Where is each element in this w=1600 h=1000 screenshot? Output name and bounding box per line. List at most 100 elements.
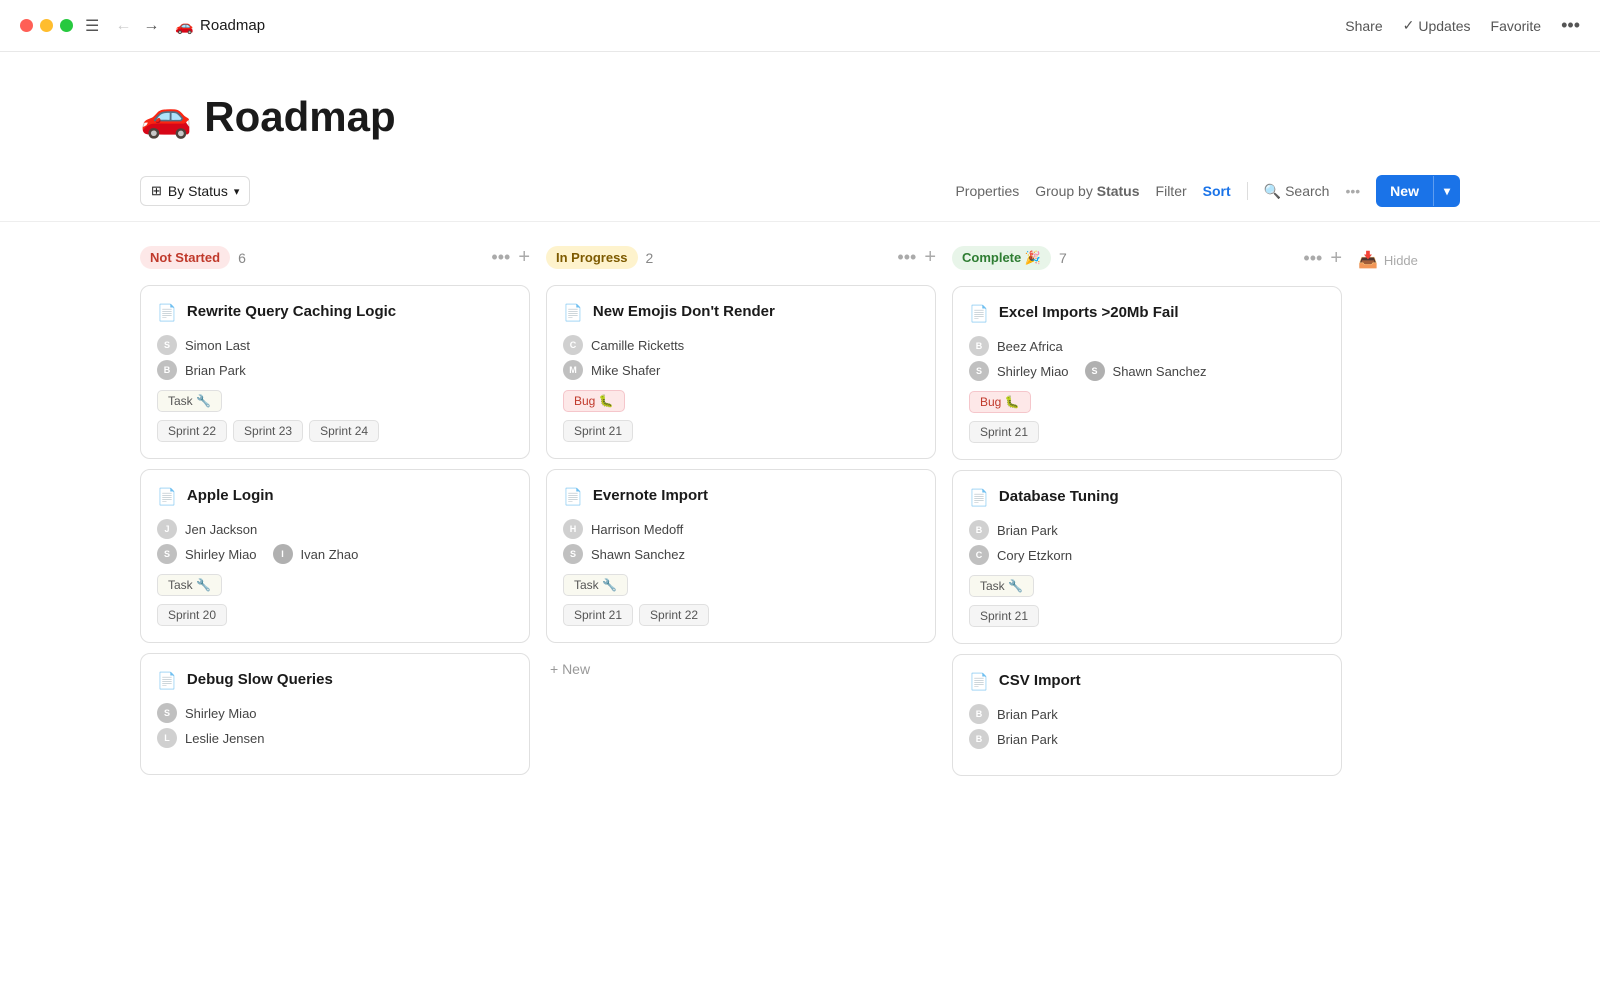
page-header-emoji: 🚗 — [140, 92, 192, 141]
card-tags: Task 🔧 — [563, 574, 919, 596]
card-doc-icon: 📄 — [157, 671, 177, 691]
assignee-row: CCory Etzkorn — [969, 545, 1325, 565]
card[interactable]: 📄 Excel Imports >20Mb Fail BBeez AfricaS… — [952, 286, 1342, 460]
toolbar-divider — [1247, 182, 1248, 200]
share-button[interactable]: Share — [1345, 18, 1382, 34]
fullscreen-traffic-light[interactable] — [60, 19, 73, 32]
hamburger-menu-icon[interactable]: ☰ — [85, 16, 99, 36]
properties-button[interactable]: Properties — [955, 183, 1019, 199]
col-actions-not-started[interactable]: ••• + — [491, 246, 530, 269]
col-more-icon[interactable]: ••• — [897, 247, 916, 268]
favorite-button[interactable]: Favorite — [1491, 18, 1542, 34]
more-toolbar-icon[interactable]: ••• — [1345, 183, 1360, 199]
card[interactable]: 📄 Rewrite Query Caching Logic SSimon Las… — [140, 285, 530, 459]
card-title: CSV Import — [999, 671, 1081, 691]
card-title-row: 📄 Excel Imports >20Mb Fail — [969, 303, 1325, 324]
card-doc-icon: 📄 — [563, 487, 583, 507]
board: Not Started 6 ••• + 📄 Rewrite Query Cach… — [0, 222, 1600, 806]
assignee-row: BBrian Park — [969, 704, 1325, 724]
assignee-row: BBrian Park — [157, 360, 513, 380]
card-doc-icon: 📄 — [969, 488, 989, 508]
sort-button[interactable]: Sort — [1203, 183, 1231, 199]
assignee-row: SShirley Miao — [157, 703, 513, 723]
assignee-name: Shirley Miao — [185, 547, 257, 562]
col-more-icon[interactable]: ••• — [491, 247, 510, 268]
card[interactable]: 📄 Apple Login JJen JacksonSShirley MiaoI… — [140, 469, 530, 643]
toolbar-right: Properties Group by Status Filter Sort 🔍… — [955, 175, 1460, 207]
col-more-icon[interactable]: ••• — [1303, 248, 1322, 269]
card-sprint-tags: Sprint 21 — [969, 605, 1325, 627]
card-assignees: BBrian ParkCCory Etzkorn — [969, 520, 1325, 565]
col-count-complete: 7 — [1059, 250, 1067, 266]
search-label: Search — [1285, 183, 1329, 199]
new-button-arrow-icon[interactable]: ▾ — [1433, 176, 1460, 206]
column-in-progress: In Progress 2 ••• + 📄 New Emojis Don't R… — [546, 242, 936, 786]
assignee-name: Shirley Miao — [185, 706, 257, 721]
add-new-label: + New — [550, 661, 590, 677]
card-assignees: BBrian ParkBBrian Park — [969, 704, 1325, 749]
col-actions-in-progress[interactable]: ••• + — [897, 246, 936, 269]
add-new-row[interactable]: + New — [546, 653, 936, 685]
assignee-name: Shawn Sanchez — [591, 547, 685, 562]
sprint-tag: Sprint 22 — [639, 604, 709, 626]
col-add-icon[interactable]: + — [924, 246, 936, 269]
status-badge-complete: Complete 🎉 — [952, 246, 1051, 270]
assignee-name: Cory Etzkorn — [997, 548, 1072, 563]
column-header-in-progress: In Progress 2 ••• + — [546, 242, 936, 273]
status-badge-not-started: Not Started — [140, 246, 230, 269]
new-button[interactable]: New ▾ — [1376, 175, 1460, 207]
card-doc-icon: 📄 — [157, 487, 177, 507]
traffic-lights — [20, 19, 73, 32]
card-sprint-tags: Sprint 22Sprint 23Sprint 24 — [157, 420, 513, 442]
card-sprint-tags: Sprint 20 — [157, 604, 513, 626]
by-status-button[interactable]: ⊞ By Status ▾ — [140, 176, 250, 206]
forward-arrow-icon[interactable]: → — [139, 15, 163, 37]
assignee-name: Leslie Jensen — [185, 731, 265, 746]
card-tags: Bug 🐛 — [563, 390, 919, 412]
card-doc-icon: 📄 — [969, 672, 989, 692]
assignee-name: Brian Park — [997, 707, 1058, 722]
minimize-traffic-light[interactable] — [40, 19, 53, 32]
assignee-row: BBeez Africa — [969, 336, 1325, 356]
col-add-icon[interactable]: + — [518, 246, 530, 269]
assignee-row: SShawn Sanchez — [563, 544, 919, 564]
card-tag: Task 🔧 — [563, 574, 628, 596]
sprint-tag: Sprint 21 — [563, 420, 633, 442]
toolbar-left: ⊞ By Status ▾ — [140, 176, 250, 206]
back-arrow-icon[interactable]: ← — [111, 15, 135, 37]
card-assignees: SSimon LastBBrian Park — [157, 335, 513, 380]
checkmark-icon: ✓ — [1403, 17, 1415, 34]
col-actions-complete[interactable]: ••• + — [1303, 247, 1342, 270]
search-button[interactable]: 🔍 Search — [1264, 183, 1330, 200]
updates-button[interactable]: ✓ Updates — [1403, 17, 1471, 34]
card[interactable]: 📄 Debug Slow Queries SShirley MiaoLLesli… — [140, 653, 530, 775]
assignee-name: Brian Park — [997, 523, 1058, 538]
card-sprint-tags: Sprint 21Sprint 22 — [563, 604, 919, 626]
page-header: 🚗 Roadmap — [0, 52, 1600, 161]
nav-arrows: ← → — [111, 15, 163, 37]
more-options-icon[interactable]: ••• — [1561, 15, 1580, 36]
card[interactable]: 📄 CSV Import BBrian ParkBBrian Park — [952, 654, 1342, 776]
card[interactable]: 📄 Evernote Import HHarrison MedoffSShawn… — [546, 469, 936, 643]
card-tag: Task 🔧 — [969, 575, 1034, 597]
page-title: Roadmap — [204, 93, 395, 141]
hidden-column: 📥 Hidde — [1358, 242, 1418, 786]
card-tags: Task 🔧 — [157, 390, 513, 412]
card-assignees: CCamille RickettsMMike Shafer — [563, 335, 919, 380]
by-status-label: By Status — [168, 183, 228, 199]
toolbar: ⊞ By Status ▾ Properties Group by Status… — [0, 161, 1600, 222]
card-tags: Task 🔧 — [969, 575, 1325, 597]
assignee-name: Simon Last — [185, 338, 250, 353]
assignee-name: Ivan Zhao — [301, 547, 359, 562]
card[interactable]: 📄 Database Tuning BBrian ParkCCory Etzko… — [952, 470, 1342, 644]
sprint-tag: Sprint 23 — [233, 420, 303, 442]
assignee-row: LLeslie Jensen — [157, 728, 513, 748]
column-header-complete: Complete 🎉 7 ••• + — [952, 242, 1342, 274]
assignee-row: HHarrison Medoff — [563, 519, 919, 539]
card-tags: Task 🔧 — [157, 574, 513, 596]
close-traffic-light[interactable] — [20, 19, 33, 32]
card[interactable]: 📄 New Emojis Don't Render CCamille Ricke… — [546, 285, 936, 459]
filter-button[interactable]: Filter — [1156, 183, 1187, 199]
col-add-icon[interactable]: + — [1330, 247, 1342, 270]
card-title-row: 📄 New Emojis Don't Render — [563, 302, 919, 323]
